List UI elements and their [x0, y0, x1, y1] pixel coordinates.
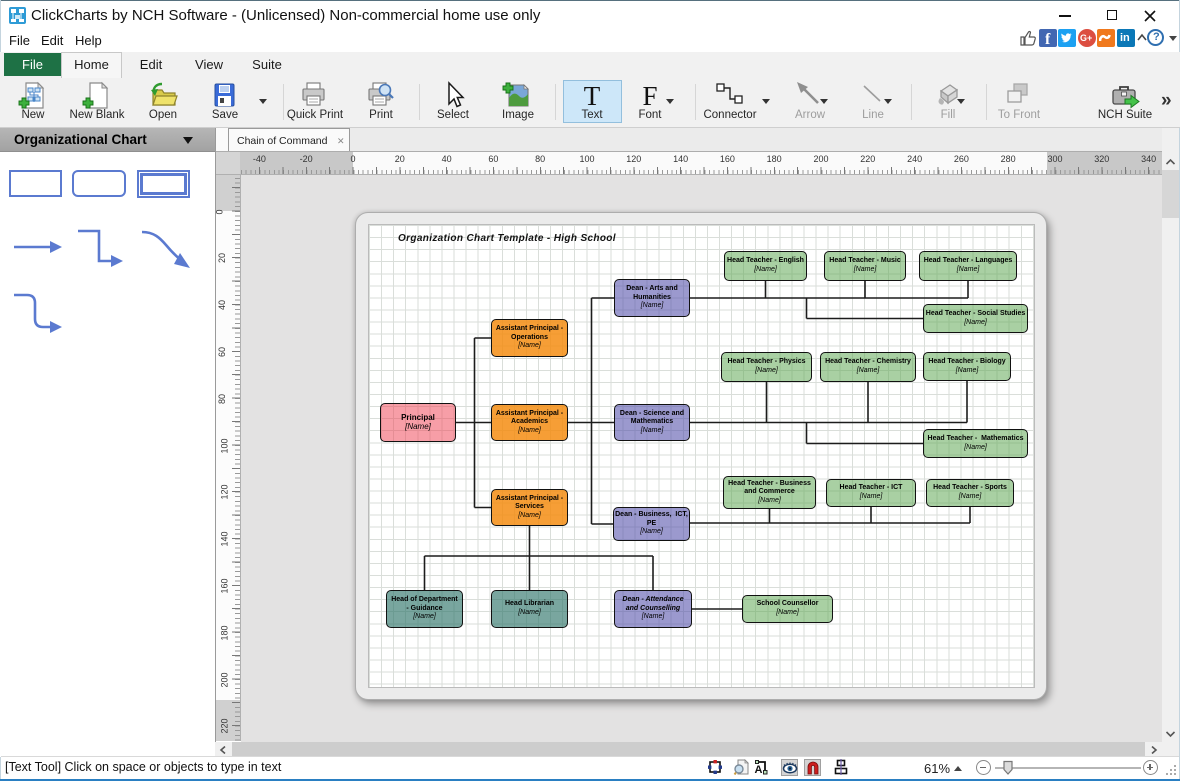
svg-text:A: A — [755, 764, 763, 775]
